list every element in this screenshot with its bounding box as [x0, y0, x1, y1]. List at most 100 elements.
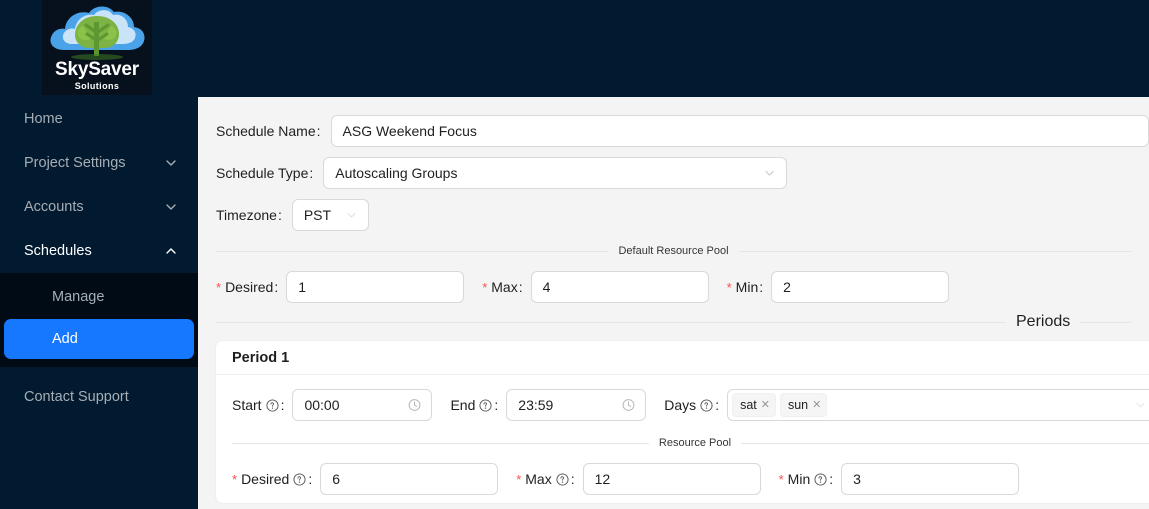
default-resource-pool-section: Default Resource Pool * Desired: 1 * Max: … [216, 245, 1131, 305]
default-max-field: * Max: 4 [482, 271, 709, 303]
timezone-value: PST [303, 207, 332, 223]
timezone-row: Timezone: PST [216, 199, 1149, 231]
sidebar-subitem-label: Add [52, 331, 78, 347]
sidebar-item-home[interactable]: Home [0, 97, 198, 141]
chevron-down-icon [346, 210, 357, 221]
period-end-label: End: [450, 397, 499, 413]
day-tag-label: sun [787, 398, 809, 412]
default-resource-pool-fields: * Desired: 1 * Max: 4 * Min: 2 [216, 257, 1131, 305]
period-card: Period 1 Start: 00:00 End: 23:59 Days: … [215, 340, 1149, 503]
clock-icon[interactable] [622, 399, 635, 412]
period-start-label: Start: [232, 397, 285, 413]
brand-wordmark: SkySaver [55, 59, 139, 80]
question-circle-icon[interactable] [556, 473, 569, 486]
period-days-select[interactable]: sat ✕ sun ✕ [727, 389, 1149, 421]
period-resource-pool-section: Resource Pool * Desired: 6 * Max: 12 * M… [232, 437, 1149, 497]
timezone-select[interactable]: PST [291, 199, 369, 231]
default-max-input[interactable]: 4 [530, 271, 709, 303]
legend-text: Default Resource Pool [618, 245, 729, 257]
sidebar-item-add[interactable]: Add [4, 319, 194, 359]
sidebar: SkySaver Solutions Home Project Settings… [0, 0, 198, 509]
default-desired-input[interactable]: 1 [286, 271, 465, 303]
schedule-type-label: Schedule Type: [216, 165, 314, 181]
sidebar-nav: Home Project Settings Accounts Schedules [0, 97, 198, 419]
divider-left [232, 442, 649, 444]
day-tag-label: sat [740, 398, 757, 412]
day-tag-sat[interactable]: sat ✕ [732, 393, 776, 417]
default-min-label: * Min: [726, 279, 764, 295]
sidebar-item-label: Contact Support [24, 389, 129, 405]
schedule-name-input[interactable]: ASG Weekend Focus [330, 115, 1149, 147]
period-max-label: * Max: [516, 471, 575, 487]
divider-right [1080, 321, 1131, 323]
period-resource-pool-fields: * Desired: 6 * Max: 12 * Min: 3 [232, 449, 1149, 497]
day-tag-sun[interactable]: sun ✕ [779, 393, 828, 417]
period-time-row: Start: 00:00 End: 23:59 Days: sat ✕ sun… [232, 389, 1149, 421]
period-min-field: * Min: 3 [779, 463, 1020, 495]
period-start-value: 00:00 [304, 397, 340, 413]
brand-logo[interactable]: SkySaver Solutions [42, 0, 152, 95]
period-end-input[interactable]: 23:59 [506, 389, 647, 421]
sidebar-subitem-label: Manage [52, 289, 105, 305]
brand-subtitle: Solutions [74, 81, 120, 91]
period-desired-input[interactable]: 6 [320, 463, 499, 495]
period-resource-pool-legend: Resource Pool [232, 437, 1149, 449]
question-circle-icon[interactable] [266, 399, 279, 412]
default-max-value: 4 [542, 279, 551, 295]
schedule-type-value: Autoscaling Groups [335, 165, 458, 181]
cloud-tree-logo-icon [42, 0, 152, 62]
main-content: Schedule Name: ASG Weekend Focus Schedul… [198, 97, 1149, 509]
period-body: Start: 00:00 End: 23:59 Days: sat ✕ sun… [216, 375, 1149, 503]
period-start-input[interactable]: 00:00 [292, 389, 433, 421]
close-icon[interactable]: ✕ [812, 399, 821, 411]
default-max-label: * Max: [482, 279, 523, 295]
periods-legend-text: Periods [1016, 313, 1071, 330]
period-min-label: * Min: [778, 471, 834, 487]
question-circle-icon[interactable] [293, 473, 306, 486]
sidebar-item-label: Accounts [24, 199, 84, 215]
divider-left [216, 250, 609, 252]
schedule-type-select[interactable]: Autoscaling Groups [323, 157, 788, 189]
chevron-down-icon [764, 168, 775, 179]
chevron-up-icon [166, 246, 176, 256]
default-desired-value: 1 [298, 279, 306, 295]
question-circle-icon[interactable] [479, 399, 492, 412]
divider-right [738, 250, 1131, 252]
period-end-value: 23:59 [518, 397, 554, 413]
legend-text: Resource Pool [658, 437, 732, 449]
question-circle-icon[interactable] [814, 473, 827, 486]
divider-right [741, 442, 1149, 444]
sidebar-item-contact-support[interactable]: Contact Support [0, 375, 198, 419]
sidebar-item-label: Home [24, 111, 63, 127]
period-desired-field: * Desired: 6 [232, 463, 499, 495]
default-min-input[interactable]: 2 [771, 271, 950, 303]
period-days-label: Days: [664, 397, 720, 413]
sidebar-item-manage[interactable]: Manage [0, 277, 198, 317]
default-resource-pool-legend: Default Resource Pool [216, 245, 1131, 257]
question-circle-icon[interactable] [700, 399, 713, 412]
default-desired-label: * Desired: [216, 279, 279, 295]
period-min-input[interactable]: 3 [841, 463, 1020, 495]
schedule-type-row: Schedule Type: Autoscaling Groups [216, 157, 1149, 189]
chevron-down-icon [166, 158, 176, 168]
sidebar-item-accounts[interactable]: Accounts [0, 185, 198, 229]
schedule-name-label: Schedule Name: [216, 123, 321, 139]
period-max-field: * Max: 12 [516, 463, 761, 495]
schedule-name-row: Schedule Name: ASG Weekend Focus [216, 115, 1149, 147]
clock-icon[interactable] [408, 399, 421, 412]
period-max-value: 12 [594, 471, 611, 487]
sidebar-item-project-settings[interactable]: Project Settings [0, 141, 198, 185]
chevron-down-icon [166, 202, 176, 212]
divider-left [216, 321, 1006, 323]
period-desired-label: * Desired: [232, 471, 313, 487]
close-icon[interactable]: ✕ [761, 399, 770, 411]
schedule-name-value: ASG Weekend Focus [342, 123, 477, 139]
sidebar-item-label: Project Settings [24, 155, 126, 171]
timezone-label: Timezone: [216, 207, 282, 223]
period-max-input[interactable]: 12 [582, 463, 761, 495]
default-min-value: 2 [783, 279, 791, 295]
sidebar-item-schedules[interactable]: Schedules [0, 229, 198, 273]
sidebar-item-label: Schedules [24, 243, 92, 259]
periods-legend: Periods [216, 313, 1131, 331]
default-min-field: * Min: 2 [727, 271, 950, 303]
